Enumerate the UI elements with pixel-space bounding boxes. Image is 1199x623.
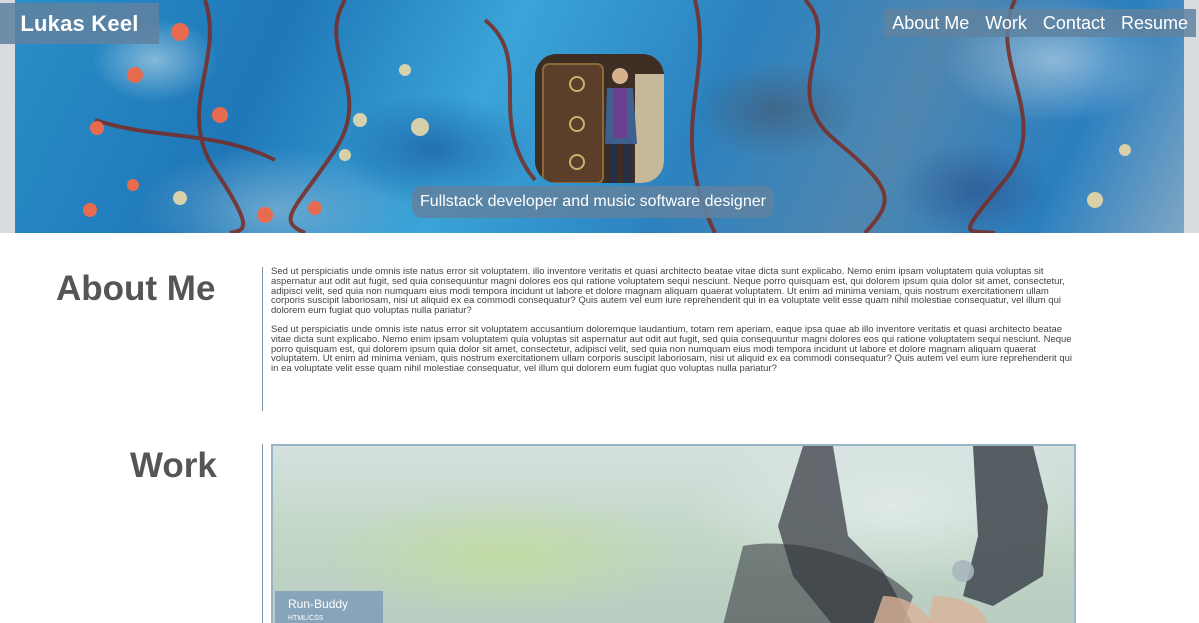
nav-link-resume[interactable]: Resume [1113,9,1196,37]
about-me-content: Sed ut perspiciatis unde omnis iste natu… [262,267,1074,411]
project-tech: HTML/CSS [288,615,324,622]
about-me-heading: About Me [56,269,216,308]
nav-link-about-me[interactable]: About Me [884,9,977,37]
hero-tagline: Fullstack developer and music software d… [412,186,774,218]
project-card-image [723,446,1048,623]
profile-photo [535,54,664,183]
about-paragraph-1: Sed ut perspiciatis unde omnis iste natu… [271,266,1065,317]
nav-link-work[interactable]: Work [977,9,1035,37]
project-card-run-buddy[interactable]: Run-Buddy HTML/CSS [271,444,1076,623]
project-title: Run-Buddy [288,597,349,611]
about-paragraph-2: Sed ut perspiciatis unde omnis iste natu… [271,323,1073,375]
site-logo[interactable]: Lukas Keel [0,3,159,44]
work-heading: Work [130,446,217,485]
main-nav: About Me Work Contact Resume [884,9,1196,37]
profile-photo-illustration [535,54,664,183]
work-content: Run-Buddy HTML/CSS [262,444,1076,623]
nav-link-contact[interactable]: Contact [1035,9,1113,37]
hero-banner: Lukas Keel About Me Work Contact Resume … [0,0,1199,233]
project-card-label: Run-Buddy HTML/CSS [275,591,383,623]
